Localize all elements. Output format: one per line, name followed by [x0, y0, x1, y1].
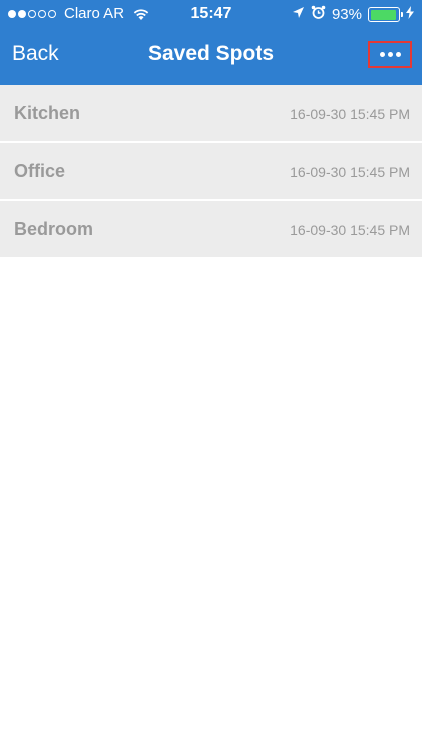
nav-bar: Back Saved Spots [0, 30, 422, 85]
status-bar: Claro AR 15:47 93% [0, 0, 422, 30]
header: Claro AR 15:47 93% Back Saved Spots [0, 0, 422, 85]
page-title: Saved Spots [147, 42, 275, 65]
battery-fill [370, 9, 396, 20]
spot-name: Office [14, 161, 66, 181]
battery-percent: 93% [331, 6, 362, 23]
more-dots-icon [379, 52, 385, 57]
spot-name: Bedroom [14, 219, 94, 239]
battery-icon [368, 7, 403, 22]
alarm-clock-icon [311, 5, 326, 24]
more-options-button[interactable] [368, 41, 412, 68]
status-right: 93% [286, 5, 414, 24]
saved-spots-list: Kitchen 16-09-30 15:45 PM Office 16-09-3… [0, 85, 422, 259]
spot-name: Kitchen [14, 103, 81, 123]
spot-timestamp: 16-09-30 15:45 PM [290, 106, 410, 122]
spot-timestamp: 16-09-30 15:45 PM [290, 222, 410, 238]
charging-bolt-icon [406, 6, 414, 23]
list-item[interactable]: Kitchen 16-09-30 15:45 PM [0, 85, 422, 143]
list-item[interactable]: Office 16-09-30 15:45 PM [0, 143, 422, 201]
location-arrow-icon [292, 6, 305, 23]
spot-timestamp: 16-09-30 15:45 PM [290, 164, 410, 180]
list-item[interactable]: Bedroom 16-09-30 15:45 PM [0, 201, 422, 259]
